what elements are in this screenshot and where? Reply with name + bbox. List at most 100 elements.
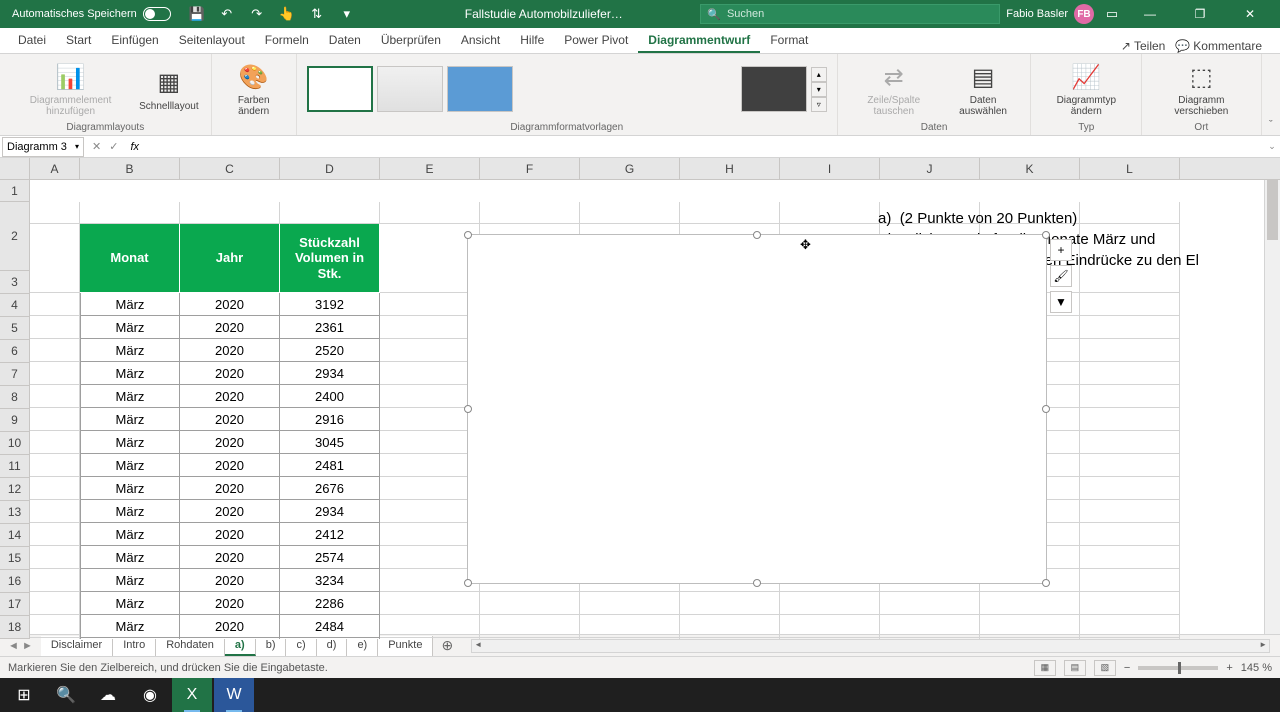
cell[interactable]: 2020 <box>180 638 280 639</box>
task-view-icon[interactable]: ◉ <box>130 678 170 712</box>
cell[interactable]: 2934 <box>280 500 380 523</box>
cell[interactable] <box>380 293 480 316</box>
cell[interactable] <box>680 615 780 638</box>
row-header[interactable]: 5 <box>0 317 29 340</box>
cell[interactable] <box>680 202 780 224</box>
close-button[interactable]: ✕ <box>1230 0 1270 28</box>
cell[interactable] <box>30 202 80 224</box>
row-header[interactable]: 9 <box>0 409 29 432</box>
cell[interactable] <box>180 202 280 224</box>
cell[interactable]: 2481 <box>280 454 380 477</box>
cell[interactable] <box>480 615 580 638</box>
cell[interactable] <box>1080 362 1180 385</box>
cell[interactable] <box>380 202 480 224</box>
cell[interactable]: 2400 <box>280 385 380 408</box>
row-header[interactable]: 15 <box>0 547 29 570</box>
cell[interactable]: März <box>80 454 180 477</box>
cell[interactable] <box>780 202 880 224</box>
chart-style-2[interactable] <box>377 66 443 112</box>
col-header[interactable]: E <box>380 158 480 179</box>
row-header[interactable]: 7 <box>0 363 29 386</box>
accept-formula-icon[interactable]: ✓ <box>109 140 118 153</box>
cancel-formula-icon[interactable]: ✕ <box>92 140 101 153</box>
move-chart-button[interactable]: ⬚Diagramm verschieben <box>1152 61 1250 117</box>
tab-formeln[interactable]: Formeln <box>255 29 319 53</box>
cell[interactable] <box>880 592 980 615</box>
zoom-out-button[interactable]: − <box>1124 662 1130 674</box>
cell[interactable]: März <box>80 500 180 523</box>
cell[interactable]: 2020 <box>180 500 280 523</box>
col-header[interactable]: A <box>30 158 80 179</box>
cell[interactable] <box>30 615 80 638</box>
search-task-icon[interactable]: 🔍 <box>46 678 86 712</box>
horizontal-scrollbar[interactable] <box>471 639 1270 653</box>
tab-hilfe[interactable]: Hilfe <box>510 29 554 53</box>
cell[interactable] <box>30 224 80 293</box>
chart-style-n[interactable] <box>741 66 807 112</box>
row-header[interactable]: 6 <box>0 340 29 363</box>
user-account[interactable]: Fabio Basler FB <box>1006 4 1094 24</box>
cell[interactable]: 2020 <box>180 339 280 362</box>
change-colors-button[interactable]: 🎨Farben ändern <box>222 61 286 117</box>
zoom-slider[interactable] <box>1138 666 1218 670</box>
cell[interactable] <box>30 477 80 500</box>
cell[interactable] <box>480 592 580 615</box>
cell[interactable] <box>1080 293 1180 316</box>
sheet-nav-buttons[interactable]: ◄ ► <box>0 640 41 652</box>
cell[interactable] <box>380 500 480 523</box>
cell[interactable] <box>380 339 480 362</box>
sort-icon[interactable]: ⇅ <box>309 6 325 22</box>
cell[interactable]: 2020 <box>180 615 280 638</box>
cell[interactable]: Jahr <box>180 224 280 293</box>
tab-start[interactable]: Start <box>56 29 101 53</box>
cell[interactable]: 2020 <box>180 362 280 385</box>
row-header[interactable]: 4 <box>0 294 29 317</box>
cell[interactable]: 3279 <box>280 638 380 639</box>
cell[interactable] <box>380 362 480 385</box>
cell[interactable]: März <box>80 477 180 500</box>
start-button[interactable]: ⊞ <box>4 678 44 712</box>
cell[interactable] <box>30 385 80 408</box>
select-data-button[interactable]: ▤Daten auswählen <box>946 61 1021 117</box>
cell[interactable] <box>380 454 480 477</box>
cell[interactable] <box>580 615 680 638</box>
cell[interactable] <box>30 500 80 523</box>
ribbon-mode-icon[interactable]: ▭ <box>1104 6 1120 22</box>
cell[interactable] <box>680 592 780 615</box>
col-header[interactable]: F <box>480 158 580 179</box>
row-header[interactable]: 13 <box>0 501 29 524</box>
col-header[interactable]: L <box>1080 158 1180 179</box>
cell[interactable]: 2934 <box>280 362 380 385</box>
row-header[interactable]: 11 <box>0 455 29 478</box>
tab-format[interactable]: Format <box>760 29 818 53</box>
row-header[interactable]: 3 <box>0 271 29 294</box>
weather-task-icon[interactable]: ☁ <box>88 678 128 712</box>
save-icon[interactable]: 💾 <box>189 6 205 22</box>
cell[interactable] <box>1080 500 1180 523</box>
cell[interactable] <box>580 592 680 615</box>
expand-formula-icon[interactable]: ⌄ <box>1264 141 1280 152</box>
chart-plus-button[interactable]: + <box>1050 239 1072 261</box>
cell[interactable]: März <box>80 431 180 454</box>
tab-einfügen[interactable]: Einfügen <box>101 29 168 53</box>
formula-input[interactable] <box>143 137 1264 157</box>
cell[interactable] <box>1080 408 1180 431</box>
cell[interactable] <box>1080 477 1180 500</box>
cell[interactable] <box>30 638 80 639</box>
cell[interactable] <box>30 523 80 546</box>
col-header[interactable]: B <box>80 158 180 179</box>
cell[interactable] <box>380 523 480 546</box>
cell[interactable] <box>1080 385 1180 408</box>
minimize-button[interactable]: — <box>1130 0 1170 28</box>
cell[interactable] <box>1080 431 1180 454</box>
cell[interactable]: 2020 <box>180 385 280 408</box>
cell[interactable] <box>980 592 1080 615</box>
cell[interactable] <box>1080 569 1180 592</box>
chart-object[interactable]: ✥ + 🖌 ▼ <box>467 234 1047 584</box>
maximize-button[interactable]: ❐ <box>1180 0 1220 28</box>
row-header[interactable]: 14 <box>0 524 29 547</box>
row-header[interactable]: 2 <box>0 202 29 271</box>
gallery-scroll[interactable]: ▴▾▿ <box>811 67 827 112</box>
cell[interactable]: 2020 <box>180 316 280 339</box>
select-all-corner[interactable] <box>0 158 30 180</box>
